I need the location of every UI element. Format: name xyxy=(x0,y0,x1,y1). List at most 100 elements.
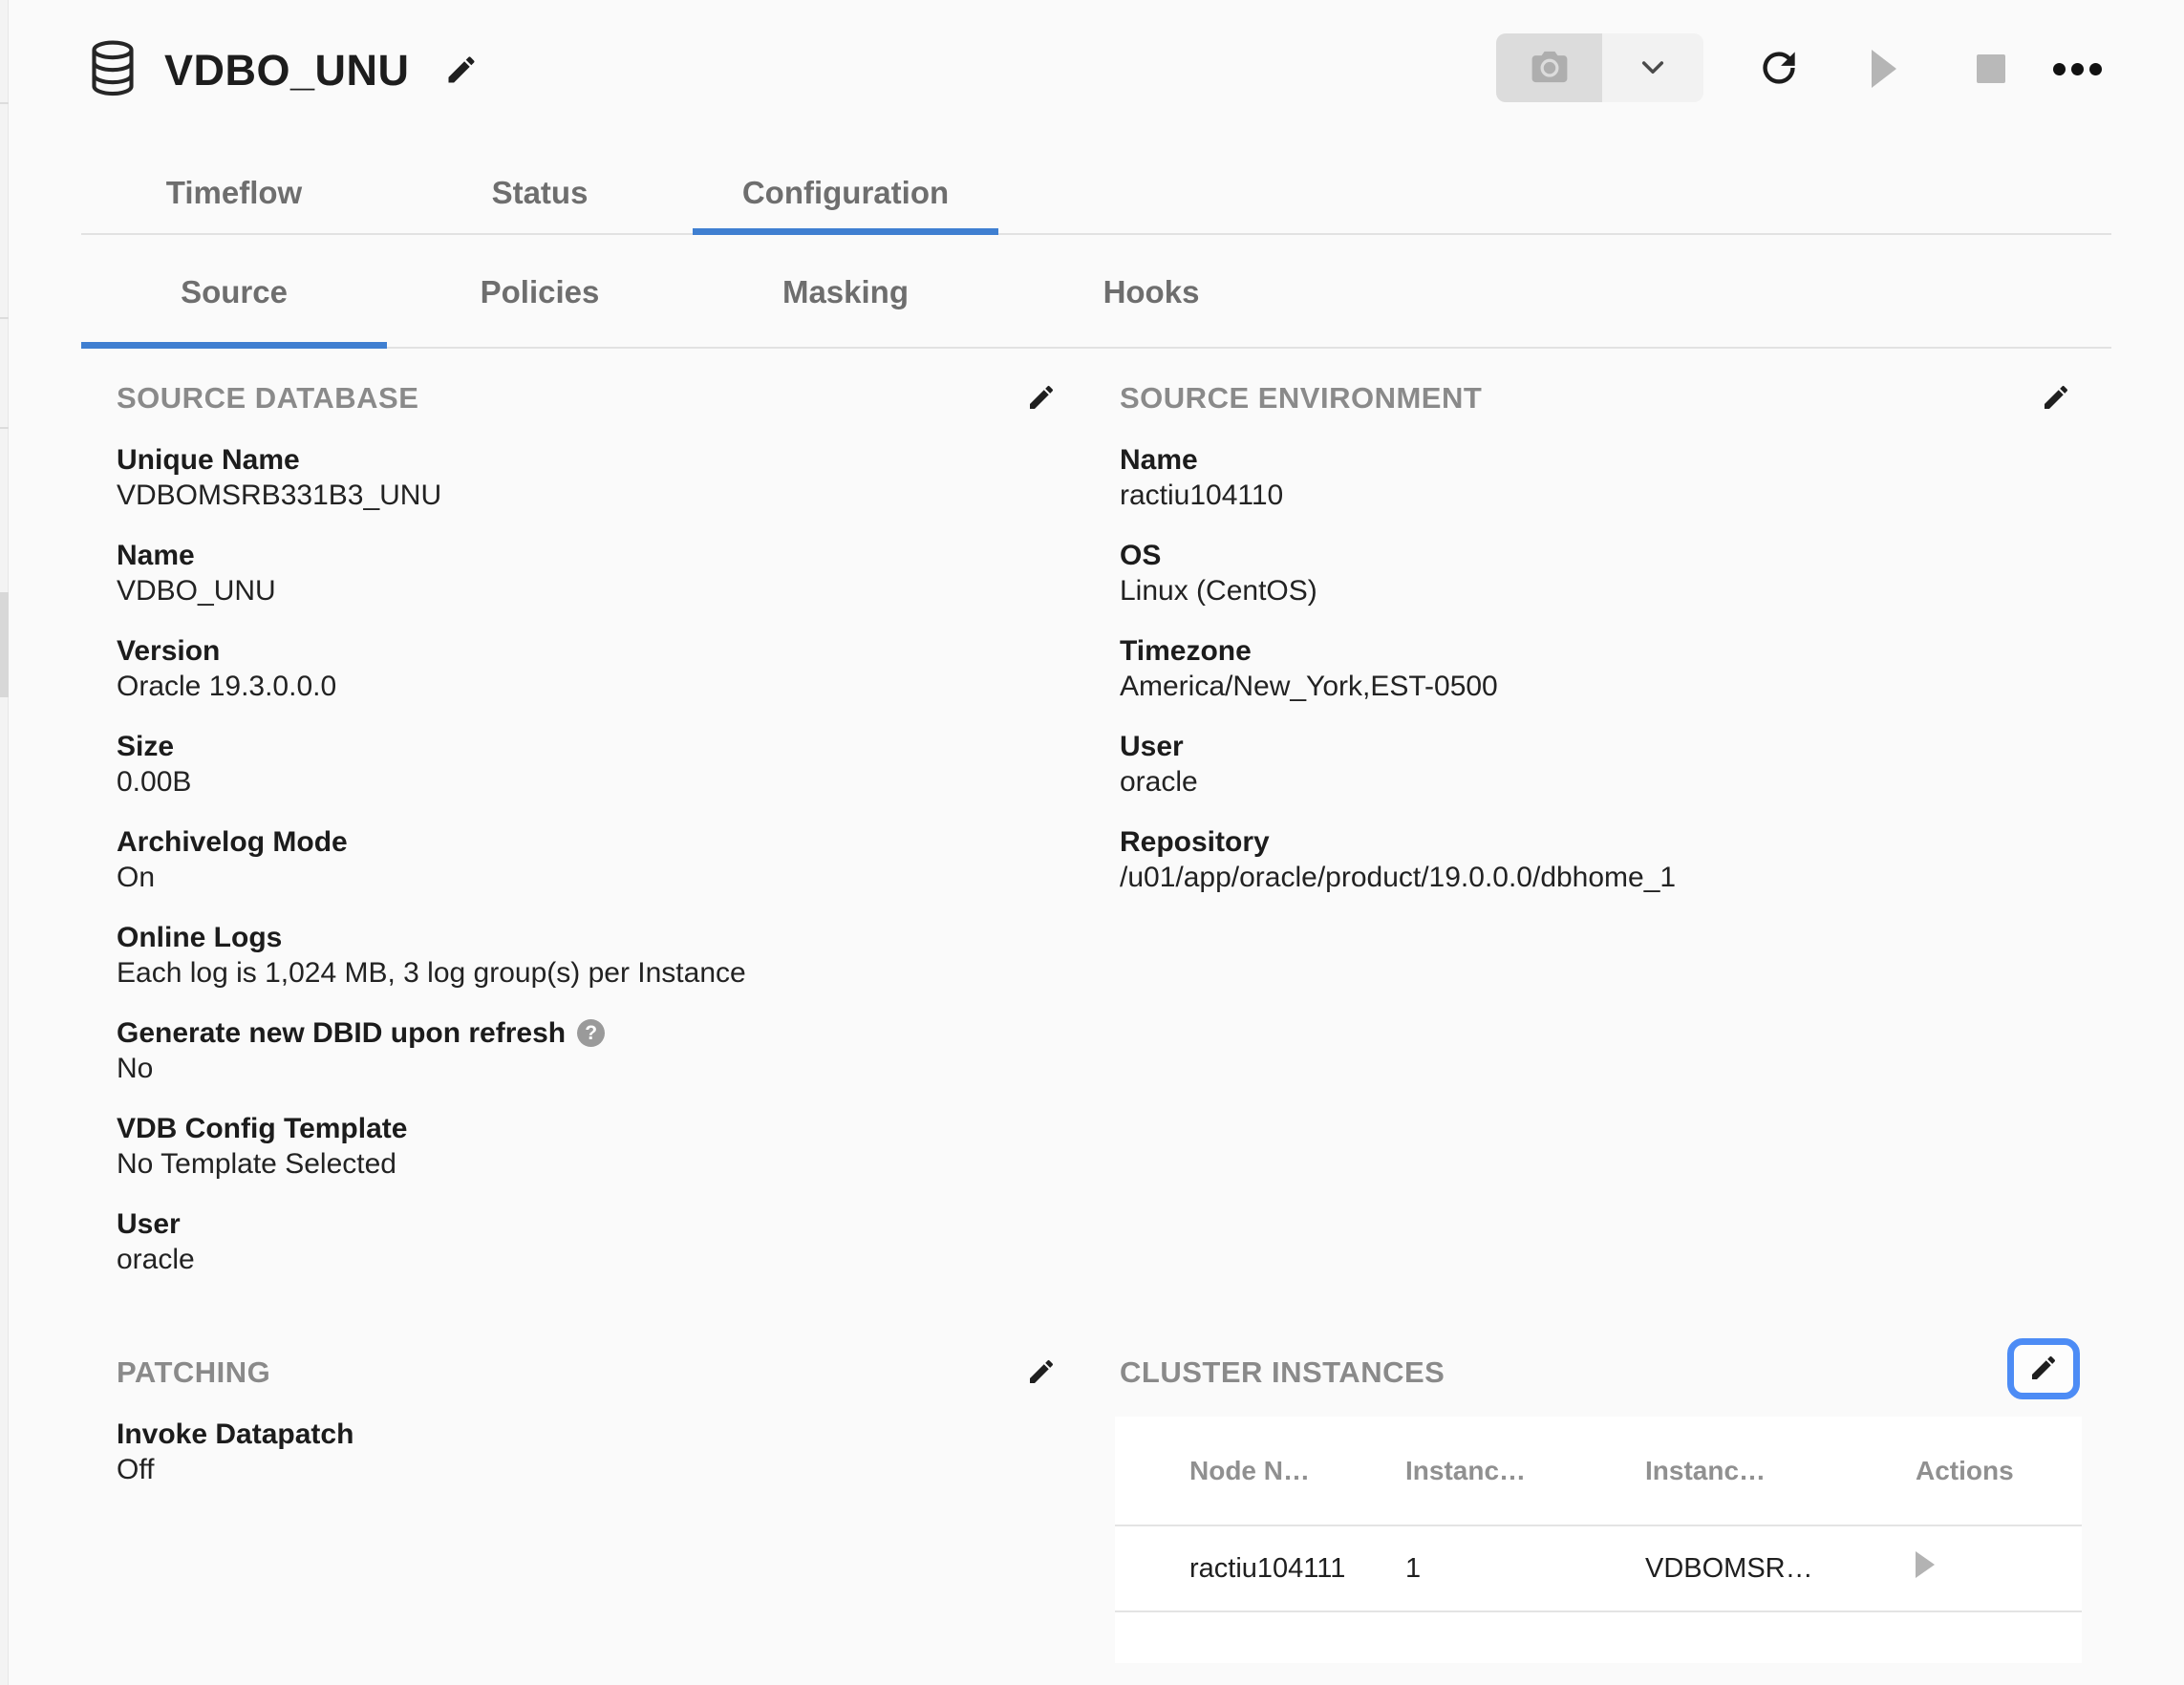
field-env-user: User oracle xyxy=(1120,729,2075,800)
background-selected-item xyxy=(0,592,9,697)
subtab-policies[interactable]: Policies xyxy=(387,237,693,347)
field-label: Unique Name xyxy=(117,442,1060,478)
stop-button[interactable] xyxy=(1960,38,2022,99)
pencil-icon xyxy=(1026,382,1057,416)
divider xyxy=(0,102,9,104)
field-label: Online Logs xyxy=(117,920,1060,955)
field-timezone: Timezone America/New_York,EST-0500 xyxy=(1120,633,2075,704)
field-label: Timezone xyxy=(1120,633,2075,669)
pencil-icon xyxy=(2028,1353,2059,1386)
field-label: Archivelog Mode xyxy=(117,824,1060,860)
field-generate-new-dbid: Generate new DBID upon refresh ? No xyxy=(117,1015,1060,1086)
field-invoke-datapatch: Invoke Datapatch Off xyxy=(117,1417,1060,1487)
field-unique-name: Unique Name VDBOMSRB331B3_UNU xyxy=(117,442,1060,513)
stop-icon xyxy=(1977,54,2005,83)
help-icon[interactable]: ? xyxy=(577,1019,605,1047)
tab-label: Configuration xyxy=(742,175,949,211)
page-header: VDBO_UNU xyxy=(88,36,479,105)
snapshot-button[interactable] xyxy=(1496,33,1602,102)
cell-instance-number: 1 xyxy=(1405,1553,1645,1585)
table-row: ractiu104111 1 VDBOMSR… xyxy=(1115,1526,2082,1612)
field-label-text: Generate new DBID upon refresh xyxy=(117,1015,566,1051)
edit-title-button[interactable] xyxy=(444,53,479,90)
tab-timeflow[interactable]: Timeflow xyxy=(81,153,387,233)
patching-section: PATCHING Invoke Datapatch Off xyxy=(117,1352,1060,1512)
edit-source-environment-button[interactable] xyxy=(2037,379,2075,417)
field-value: ractiu104110 xyxy=(1120,478,2075,513)
subtab-masking[interactable]: Masking xyxy=(693,237,998,347)
field-label: Name xyxy=(1120,442,2075,478)
subtab-label: Masking xyxy=(782,274,909,310)
main-tabbar: Timeflow Status Configuration xyxy=(81,153,2111,235)
play-icon xyxy=(1872,50,1896,88)
tab-label: Timeflow xyxy=(166,175,302,211)
tab-configuration[interactable]: Configuration xyxy=(693,153,998,233)
configuration-subtabbar: Source Policies Masking Hooks xyxy=(81,237,2111,349)
divider xyxy=(0,317,9,319)
row-action-play-icon[interactable] xyxy=(1916,1551,1935,1578)
field-label: Invoke Datapatch xyxy=(117,1417,1060,1452)
field-label: Version xyxy=(117,633,1060,669)
section-title: PATCHING xyxy=(117,1355,270,1390)
field-value: Off xyxy=(117,1452,1060,1487)
refresh-icon xyxy=(1755,44,1803,95)
snapshot-options-button[interactable] xyxy=(1602,33,1703,102)
edit-source-database-button[interactable] xyxy=(1022,379,1060,417)
chevron-down-icon xyxy=(1638,52,1668,85)
source-environment-section: SOURCE ENVIRONMENT Name ractiu104110 OS … xyxy=(1120,377,2075,920)
cell-instance-name: VDBOMSR… xyxy=(1645,1553,1882,1585)
field-value: America/New_York,EST-0500 xyxy=(1120,669,2075,704)
section-title: SOURCE DATABASE xyxy=(117,381,418,416)
subtab-label: Source xyxy=(181,274,288,310)
field-archivelog-mode: Archivelog Mode On xyxy=(117,824,1060,895)
ellipsis-icon xyxy=(2053,63,2102,75)
field-value: No Template Selected xyxy=(117,1146,1060,1182)
cell-node-name: ractiu104111 xyxy=(1115,1553,1405,1585)
source-database-section: SOURCE DATABASE Unique Name VDBOMSRB331B… xyxy=(117,377,1060,1302)
field-value: Each log is 1,024 MB, 3 log group(s) per… xyxy=(117,955,1060,991)
field-vdb-config-template: VDB Config Template No Template Selected xyxy=(117,1111,1060,1182)
field-online-logs: Online Logs Each log is 1,024 MB, 3 log … xyxy=(117,920,1060,991)
subtab-label: Policies xyxy=(481,274,600,310)
subtab-label: Hooks xyxy=(1103,274,1200,310)
column-header-instance-name: Instanc… xyxy=(1645,1456,1882,1486)
pencil-icon xyxy=(2041,382,2071,416)
field-label: Size xyxy=(117,729,1060,764)
more-actions-button[interactable] xyxy=(2046,38,2108,99)
field-user: User oracle xyxy=(117,1206,1060,1277)
field-value: Oracle 19.3.0.0.0 xyxy=(117,669,1060,704)
subtab-source[interactable]: Source xyxy=(81,237,387,347)
field-value: oracle xyxy=(1120,764,2075,800)
field-repository: Repository /u01/app/oracle/product/19.0.… xyxy=(1120,824,2075,895)
column-header-actions: Actions xyxy=(1882,1456,2082,1486)
field-label: Name xyxy=(117,538,1060,573)
refresh-button[interactable] xyxy=(1748,38,1809,99)
field-label: User xyxy=(1120,729,2075,764)
field-value: On xyxy=(117,860,1060,895)
field-value: Linux (CentOS) xyxy=(1120,573,2075,608)
field-label: Repository xyxy=(1120,824,2075,860)
field-size: Size 0.00B xyxy=(117,729,1060,800)
field-os: OS Linux (CentOS) xyxy=(1120,538,2075,608)
field-env-name: Name ractiu104110 xyxy=(1120,442,2075,513)
cluster-instances-section: CLUSTER INSTANCES Node N… Instanc… Insta… xyxy=(1115,1352,2082,1663)
start-button[interactable] xyxy=(1853,38,1915,99)
snapshot-split-button xyxy=(1496,33,1703,102)
column-header-node-name: Node N… xyxy=(1115,1456,1405,1486)
tab-label: Status xyxy=(492,175,589,211)
camera-icon xyxy=(1528,45,1572,92)
field-value: No xyxy=(117,1051,1060,1086)
background-page-edge xyxy=(0,0,9,1685)
column-header-instance-number: Instanc… xyxy=(1405,1456,1645,1486)
vdb-configuration-page: VDBO_UNU xyxy=(0,0,2184,1685)
edit-cluster-instances-button[interactable] xyxy=(2007,1338,2080,1399)
field-label: User xyxy=(117,1206,1060,1242)
edit-patching-button[interactable] xyxy=(1022,1354,1060,1392)
field-value: VDBOMSRB331B3_UNU xyxy=(117,478,1060,513)
pencil-icon xyxy=(444,53,479,90)
subtab-hooks[interactable]: Hooks xyxy=(998,237,1304,347)
section-title: CLUSTER INSTANCES xyxy=(1115,1355,1445,1390)
table-header-row: Node N… Instanc… Instanc… Actions xyxy=(1115,1417,2082,1526)
tab-status[interactable]: Status xyxy=(387,153,693,233)
field-name: Name VDBO_UNU xyxy=(117,538,1060,608)
